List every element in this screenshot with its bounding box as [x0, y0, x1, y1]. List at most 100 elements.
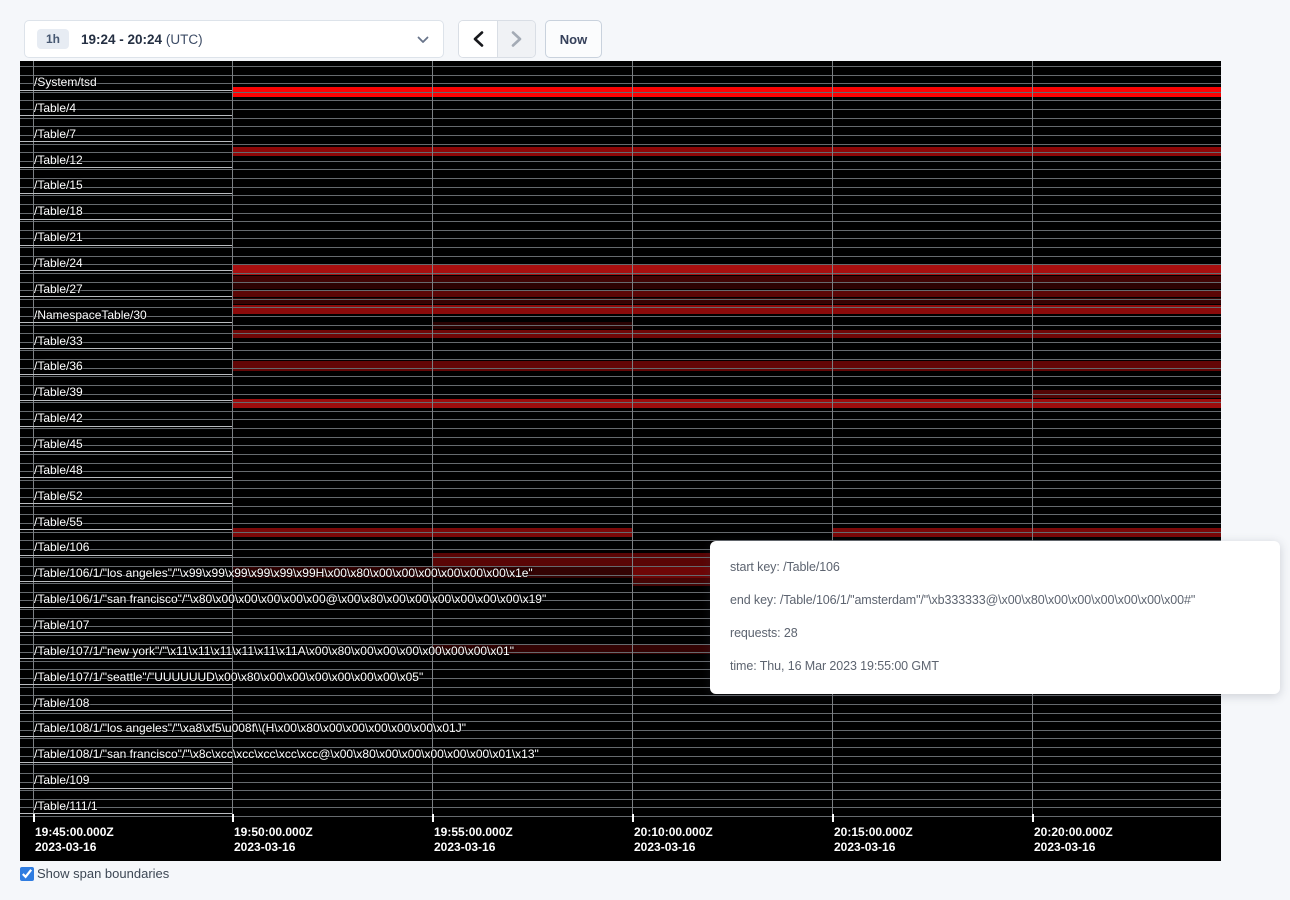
span-boundary-line [20, 411, 1221, 412]
heatmap-tooltip: start key: /Table/106 end key: /Table/10… [710, 541, 1280, 694]
row-label: /Table/108/1/"los angeles"/"\xa8\xf5\u00… [34, 722, 466, 735]
span-boundary-line [20, 282, 1221, 283]
span-boundary-line [20, 342, 1221, 343]
axis-tick-label: 19:50:00.000Z2023-03-16 [234, 825, 313, 855]
row-label: /Table/106 [34, 541, 89, 554]
range-timezone: (UTC) [166, 32, 203, 47]
heat-band [232, 399, 1221, 408]
span-boundary-line [20, 773, 1221, 774]
chevron-right-icon [511, 31, 522, 47]
span-boundary-line [20, 238, 1221, 239]
span-boundary-line [20, 807, 1221, 808]
row-label-underline [20, 607, 232, 608]
axis-tick [632, 814, 634, 822]
span-boundary-line [20, 256, 1221, 257]
row-label-underline [20, 813, 232, 814]
row-label-underline [20, 296, 232, 297]
span-boundary-line [20, 488, 1221, 489]
span-boundary-line [20, 445, 1221, 446]
span-boundary-line [20, 135, 1221, 136]
row-label-underline [20, 710, 232, 711]
axis-tick [832, 814, 834, 822]
span-boundary-line [20, 385, 1221, 386]
range-times: 19:24 - 20:24 [81, 32, 162, 47]
span-boundary-line [20, 428, 1221, 429]
span-boundary-line [20, 247, 1221, 248]
now-button[interactable]: Now [545, 20, 602, 58]
span-boundary-line [20, 764, 1221, 765]
next-range-button[interactable] [497, 21, 535, 57]
prev-range-button[interactable] [459, 21, 497, 57]
row-label: /Table/36 [34, 360, 83, 373]
show-span-boundaries-checkbox[interactable] [20, 867, 34, 881]
row-label: /Table/42 [34, 412, 83, 425]
row-label: /Table/108/1/"san francisco"/"\x8c\xcc\x… [34, 748, 539, 761]
span-boundary-line [20, 471, 1221, 472]
time-range-selector[interactable]: 1h 19:24 - 20:24 (UTC) [24, 20, 444, 58]
row-label: /Table/27 [34, 283, 83, 296]
row-label-underline [20, 658, 232, 659]
heatmap-canvas[interactable]: /System/tsd/Table/4/Table/7/Table/12/Tab… [20, 61, 1221, 861]
row-label-underline [20, 426, 232, 427]
chevron-left-icon [473, 31, 484, 47]
span-boundary-line [20, 816, 1221, 817]
span-boundary-line [20, 109, 1221, 110]
span-boundaries-control: Show span boundaries [20, 866, 169, 881]
heat-band [232, 361, 1221, 371]
row-label-underline [20, 477, 232, 478]
span-boundary-line [20, 75, 1221, 76]
tooltip-end-key: end key: /Table/106/1/"amsterdam"/"\xb33… [730, 591, 1260, 609]
row-label-underline [20, 348, 232, 349]
span-boundary-line [20, 187, 1221, 188]
axis-tick [232, 814, 234, 822]
time-gridline [232, 61, 233, 818]
row-label-underline [20, 684, 232, 685]
tooltip-time: time: Thu, 16 Mar 2023 19:55:00 GMT [730, 657, 1260, 675]
span-boundary-line [20, 169, 1221, 170]
row-label: /Table/15 [34, 179, 83, 192]
row-label: /Table/39 [34, 386, 83, 399]
row-label-underline [20, 581, 232, 582]
row-label: /System/tsd [34, 76, 97, 89]
heat-band [232, 283, 1221, 289]
span-boundary-line [20, 419, 1221, 420]
row-label-underline [20, 451, 232, 452]
span-boundary-line [20, 514, 1221, 515]
row-label: /Table/106/1/"los angeles"/"\x99\x99\x99… [34, 567, 533, 580]
row-label-underline [20, 322, 232, 323]
tooltip-requests: requests: 28 [730, 624, 1260, 642]
row-label-underline [20, 632, 232, 633]
span-boundary-line [20, 695, 1221, 696]
span-boundary-line [20, 316, 1221, 317]
axis-tick-label: 20:15:00.000Z2023-03-16 [834, 825, 913, 855]
checkbox-label: Show span boundaries [37, 866, 169, 881]
row-label: /Table/12 [34, 154, 83, 167]
chevron-down-icon [417, 36, 429, 44]
span-boundary-line [20, 376, 1221, 377]
axis-tick-label: 19:45:00.000Z2023-03-16 [35, 825, 114, 855]
row-label-underline [20, 193, 232, 194]
span-boundary-line [20, 325, 1221, 326]
axis-tick-label: 20:20:00.000Z2023-03-16 [1034, 825, 1113, 855]
axis-tick [33, 814, 35, 822]
row-label: /Table/107/1/"new york"/"\x11\x11\x11\x1… [34, 645, 514, 658]
row-label: /Table/18 [34, 205, 83, 218]
row-label-underline [20, 400, 232, 401]
range-label: 19:24 - 20:24 (UTC) [81, 32, 203, 47]
range-duration-badge: 1h [37, 29, 69, 49]
span-boundary-line [20, 83, 1221, 84]
row-label: /Table/52 [34, 490, 83, 503]
span-boundary-line [20, 463, 1221, 464]
row-label: /Table/24 [34, 257, 83, 270]
span-boundary-line [20, 333, 1221, 334]
span-boundary-line [20, 230, 1221, 231]
row-label-underline [20, 219, 232, 220]
span-boundary-line [20, 213, 1221, 214]
span-boundary-line [20, 532, 1221, 533]
span-boundary-line [20, 480, 1221, 481]
span-boundary-line [20, 704, 1221, 705]
span-boundary-line [20, 66, 1221, 67]
row-label: /Table/48 [34, 464, 83, 477]
tooltip-start-key: start key: /Table/106 [730, 558, 1260, 576]
span-boundary-line [20, 506, 1221, 507]
